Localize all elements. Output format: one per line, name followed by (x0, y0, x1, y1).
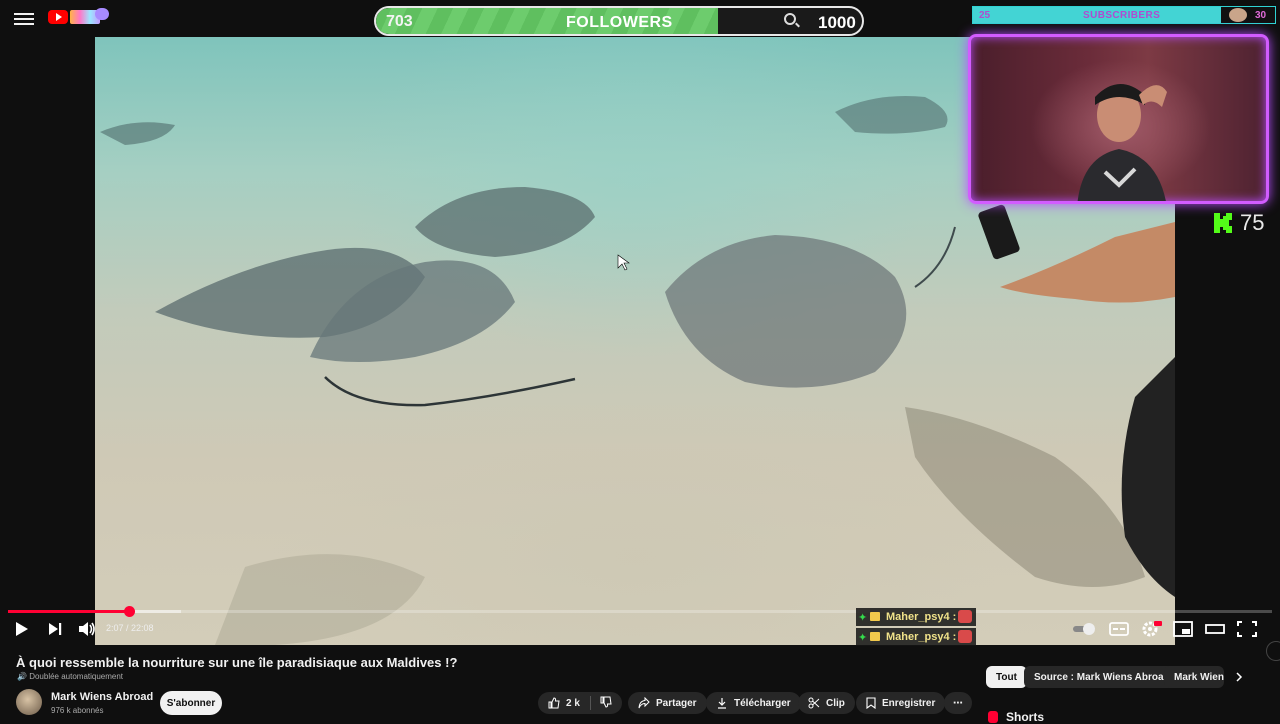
clip-button[interactable]: Clip (798, 692, 855, 714)
channel-name[interactable]: Mark Wiens Abroad (51, 691, 153, 703)
chat-message: ✦ Maher_psy4 : (856, 608, 976, 626)
chat-username: Maher_psy4 : (886, 631, 957, 643)
scissors-icon (808, 697, 820, 709)
chat-username: Maher_psy4 : (886, 611, 957, 623)
share-icon (638, 697, 650, 709)
subscribe-button[interactable]: S'abonner (160, 691, 222, 715)
subscribers-goal-count: 30 (1255, 10, 1267, 21)
thumbs-down-icon (600, 696, 612, 708)
fullscreen-icon[interactable] (1236, 620, 1258, 638)
dubbed-text: Doublée automatiquement (29, 672, 124, 681)
chevron-left-icon[interactable] (1266, 641, 1280, 661)
more-horizontal-icon: ⋯ (953, 697, 963, 709)
subscribers-goal-bar: 25 SUBSCRIBERS 30 (972, 6, 1276, 24)
channel-subscriber-count: 976 k abonnés (51, 706, 104, 715)
download-button[interactable]: Télécharger (706, 692, 801, 714)
shorts-icon (988, 711, 998, 723)
followers-current-count: 703 (386, 13, 413, 30)
followers-label: FOLLOWERS (566, 14, 673, 31)
dislike-button[interactable] (600, 696, 612, 711)
menu-icon[interactable] (14, 10, 34, 26)
video-progress-bar[interactable] (8, 606, 1272, 617)
share-button[interactable]: Partager (628, 692, 707, 714)
video-time: 2:07 / 22:08 (106, 623, 154, 633)
channel-avatar[interactable] (16, 689, 42, 715)
streamer-avatar (1229, 8, 1247, 22)
emote-icon (958, 610, 972, 623)
streamer-webcam (968, 34, 1269, 204)
subscriber-badge-icon: ✦ (858, 612, 868, 624)
chip-all[interactable]: Tout (986, 666, 1027, 688)
shorts-heading: Shorts (1006, 710, 1045, 724)
settings-gear-icon[interactable] (1140, 620, 1162, 638)
like-divider (590, 696, 591, 710)
chat-message: ✦ Maher_psy4 : (856, 628, 976, 646)
search-icon (784, 13, 796, 25)
video-title: À quoi ressemble la nourriture sur une î… (16, 655, 458, 670)
chip-source[interactable]: Source : Mark Wiens Abroad (1024, 666, 1180, 688)
emote-icon (958, 630, 972, 643)
like-dislike-group: 2 k (538, 692, 622, 714)
thumbs-up-icon (548, 697, 560, 709)
chip-channel[interactable]: Mark Wiens (1164, 666, 1224, 688)
crown-badge-icon (870, 632, 880, 641)
subtitles-icon[interactable] (1108, 620, 1130, 638)
followers-goal-bar: 703 FOLLOWERS 1000 (374, 6, 864, 36)
like-button[interactable]: 2 k (548, 697, 580, 709)
theater-mode-icon[interactable] (1204, 620, 1226, 638)
subscriber-badge-icon: ✦ (858, 632, 868, 644)
bookmark-icon (866, 697, 876, 709)
subscribers-current-count: 25 (979, 10, 991, 21)
download-label: Télécharger (734, 697, 791, 709)
next-video-button[interactable] (48, 622, 62, 636)
subscribers-label: SUBSCRIBERS (1083, 10, 1161, 21)
kick-viewer-count: 75 (1240, 210, 1265, 235)
play-button[interactable] (16, 622, 28, 636)
volume-icon[interactable] (78, 621, 96, 637)
followers-goal-count: 1000 (818, 13, 856, 32)
like-count: 2 k (566, 697, 580, 709)
save-button[interactable]: Enregistrer (856, 692, 946, 714)
dubbed-label: 🔊 Doublée automatiquement (17, 672, 124, 681)
miniplayer-icon[interactable] (1172, 620, 1194, 638)
crown-badge-icon (870, 612, 880, 621)
streamer-figure (1077, 83, 1167, 201)
more-actions-button[interactable]: ⋯ (944, 692, 972, 714)
save-label: Enregistrer (882, 697, 936, 709)
premium-badge-icon (95, 8, 109, 20)
autoplay-toggle[interactable] (1072, 620, 1098, 638)
share-label: Partager (656, 697, 697, 709)
youtube-logo-icon[interactable] (48, 10, 68, 24)
chevron-right-icon[interactable] (1232, 670, 1246, 684)
progress-played (8, 610, 130, 613)
kick-logo-icon (1214, 213, 1232, 233)
clip-label: Clip (826, 697, 845, 709)
download-icon (718, 698, 726, 709)
